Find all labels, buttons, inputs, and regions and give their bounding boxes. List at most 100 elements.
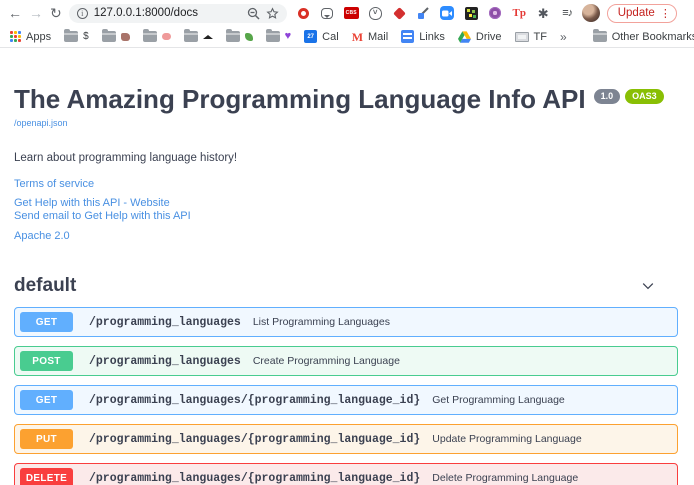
bookmark-cal[interactable]: 27 Cal	[304, 30, 339, 43]
bookmark-folder-plant[interactable]	[226, 31, 253, 42]
folder-icon	[184, 31, 198, 42]
bookmark-folder-gradcap[interactable]	[184, 31, 213, 42]
site-info-icon[interactable]: i	[77, 8, 88, 19]
endpoint-summary: Update Programming Language	[432, 433, 581, 445]
extensions-row: CBS ˅ Tp ✱ ≡♪	[296, 6, 575, 21]
license-link[interactable]: Apache 2.0	[14, 230, 678, 242]
gmail-icon: M	[352, 31, 363, 43]
oas3-badge: OAS3	[625, 89, 664, 104]
other-bookmarks-label: Other Bookmarks	[612, 31, 694, 43]
endpoint-path: /programming_languages/{programming_lang…	[89, 394, 420, 407]
endpoint-path: /programming_languages/{programming_lang…	[89, 433, 420, 446]
bookmark-folder-dollar[interactable]: $	[64, 31, 89, 42]
folder-icon	[266, 31, 280, 42]
swagger-page: The Amazing Programming Language Info AP…	[0, 48, 694, 485]
openapi-spec-link[interactable]: /openapi.json	[14, 118, 68, 128]
reload-icon[interactable]: ↻	[50, 6, 62, 20]
bookmark-apps[interactable]: Apps	[10, 31, 51, 43]
red-ring-extension-icon[interactable]	[296, 6, 311, 21]
purple-flower-extension-icon[interactable]	[488, 6, 503, 21]
bookmark-drive[interactable]: Drive	[458, 31, 502, 43]
dollar-emblem: $	[83, 32, 89, 42]
tag-name: default	[14, 275, 76, 297]
cbs-extension-icon[interactable]: CBS	[344, 6, 359, 21]
tp-extension-icon[interactable]: Tp	[512, 6, 527, 21]
endpoint-delete[interactable]: DELETE /programming_languages/{programmi…	[14, 463, 678, 485]
update-button[interactable]: Update ⋮	[607, 4, 677, 23]
gray-star-extension-icon[interactable]: ✱	[536, 6, 551, 21]
contact-email-link[interactable]: Send email to Get Help with this API	[14, 210, 678, 223]
address-bar[interactable]: i 127.0.0.1:8000/docs	[69, 4, 287, 23]
bookmarks-bar: Apps $ ♥ 27 Cal M Mail Links Drive	[0, 26, 694, 48]
endpoint-path: /programming_languages/{programming_lang…	[89, 472, 420, 485]
pocket-extension-icon[interactable]: ˅	[368, 6, 383, 21]
endpoint-put-update[interactable]: PUT /programming_languages/{programming_…	[14, 424, 678, 454]
version-badge: 1.0	[594, 89, 621, 104]
endpoint-post-create[interactable]: POST /programming_languages Create Progr…	[14, 346, 678, 376]
purple-heart-emoji-icon: ♥	[285, 31, 292, 42]
endpoint-summary: List Programming Languages	[253, 316, 390, 328]
bookmark-links-label: Links	[419, 31, 445, 43]
method-badge: GET	[20, 312, 73, 332]
api-description: Learn about programming language history…	[14, 152, 678, 164]
bookmark-folder-horse[interactable]	[102, 31, 130, 42]
method-badge: DELETE	[20, 468, 73, 485]
calendar-icon: 27	[304, 30, 317, 43]
bookmark-star-icon[interactable]	[266, 7, 279, 20]
endpoint-summary: Get Programming Language	[432, 394, 565, 406]
endpoint-summary: Delete Programming Language	[432, 472, 578, 484]
tag-section-default[interactable]: default	[14, 275, 678, 297]
links-icon	[401, 30, 414, 43]
bookmark-tf[interactable]: TF	[515, 31, 547, 43]
api-title: The Amazing Programming Language Info AP…	[14, 86, 586, 113]
brain-emoji-icon	[162, 33, 171, 40]
bookmark-apps-label: Apps	[26, 31, 51, 43]
tf-icon	[515, 32, 529, 42]
other-bookmarks[interactable]: Other Bookmarks	[593, 31, 694, 43]
browser-toolbar: ← → ↻ i 127.0.0.1:8000/docs CBS ˅ Tp ✱ ≡…	[0, 0, 694, 26]
folder-icon	[102, 31, 116, 42]
endpoint-path: /programming_languages	[89, 355, 241, 368]
zoom-out-icon[interactable]	[247, 7, 260, 20]
url-text[interactable]: 127.0.0.1:8000/docs	[94, 7, 241, 19]
drive-icon	[458, 31, 471, 43]
operations-list: GET /programming_languages List Programm…	[14, 307, 678, 485]
bookmark-cal-label: Cal	[322, 31, 339, 43]
endpoint-get-list[interactable]: GET /programming_languages List Programm…	[14, 307, 678, 337]
folder-icon	[226, 31, 240, 42]
playlist-extension-icon[interactable]: ≡♪	[560, 6, 575, 21]
bookmarks-overflow-chevron[interactable]: »	[560, 30, 567, 44]
horse-emoji-icon	[121, 33, 130, 41]
endpoint-path: /programming_languages	[89, 316, 241, 329]
method-badge: POST	[20, 351, 73, 371]
profile-avatar[interactable]	[582, 4, 600, 22]
bookmark-links[interactable]: Links	[401, 30, 445, 43]
contact-website-link[interactable]: Get Help with this API - Website	[14, 197, 678, 210]
bookmark-folder-brain[interactable]	[143, 31, 171, 42]
folder-icon	[143, 31, 157, 42]
graduation-cap-emoji-icon	[203, 30, 213, 39]
forward-icon[interactable]: →	[29, 6, 43, 20]
bookmark-folder-heart[interactable]: ♥	[266, 31, 292, 42]
red-diamond-extension-icon[interactable]	[392, 6, 407, 21]
update-label: Update	[618, 7, 655, 19]
bookmark-mail[interactable]: M Mail	[352, 31, 389, 43]
chevron-down-icon[interactable]	[640, 278, 656, 294]
endpoint-summary: Create Programming Language	[253, 355, 400, 367]
bookmark-drive-label: Drive	[476, 31, 502, 43]
endpoint-get-one[interactable]: GET /programming_languages/{programming_…	[14, 385, 678, 415]
method-badge: GET	[20, 390, 73, 410]
apps-grid-icon	[10, 31, 21, 42]
bookmark-tf-label: TF	[534, 31, 547, 43]
back-icon[interactable]: ←	[8, 6, 22, 20]
folder-icon	[64, 31, 78, 42]
dark-pattern-extension-icon[interactable]	[464, 6, 479, 21]
browser-menu-icon[interactable]: ⋮	[660, 7, 671, 20]
folder-icon	[593, 31, 607, 42]
method-badge: PUT	[20, 429, 73, 449]
zoom-camera-extension-icon[interactable]	[440, 6, 455, 21]
chat-bubble-extension-icon[interactable]	[320, 6, 335, 21]
eyedropper-extension-icon[interactable]	[416, 6, 431, 21]
plant-emoji-icon	[245, 33, 253, 41]
terms-of-service-link[interactable]: Terms of service	[14, 178, 678, 190]
